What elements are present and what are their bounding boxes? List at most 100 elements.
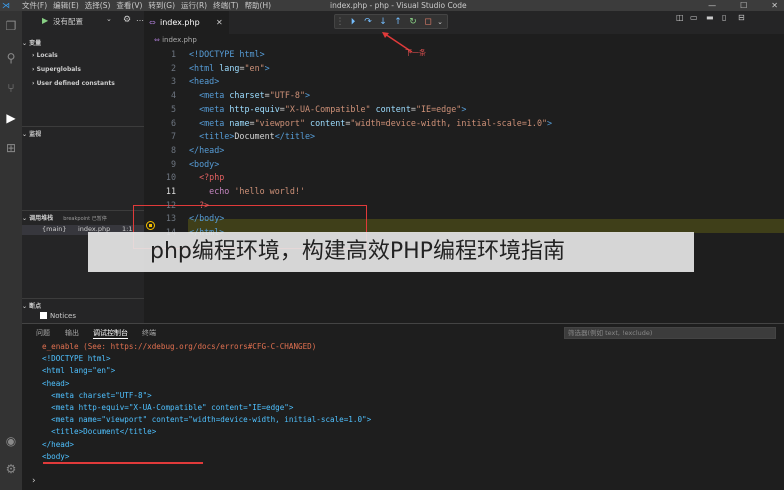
continue-icon[interactable]: ⏵ [348, 16, 358, 28]
console-line: <!DOCTYPE html> [42, 354, 111, 364]
explorer-icon[interactable]: ❐ [4, 19, 18, 33]
console-line: </head> [42, 439, 75, 449]
paused-badge: breakpoint 已暂停 [63, 216, 107, 222]
activity-bar: ❐ ⚲ ⑂ ▶ ⊞ ◉ ⚙ [0, 11, 22, 490]
variables-section-header[interactable]: ⌄ 变量 [22, 38, 144, 47]
run-debug-icon[interactable]: ▶ [4, 111, 18, 125]
line-number: 7 [170, 131, 176, 142]
minimize-button[interactable]: — [708, 0, 716, 11]
superglobals-label: Superglobals [36, 66, 81, 73]
step-over-icon[interactable]: ↷ [363, 16, 373, 28]
locals-item[interactable]: › Locals [32, 52, 58, 59]
tab-index-php[interactable]: ⇔ index.php ✕ [144, 11, 229, 34]
menu-item[interactable]: 终端(T) [213, 0, 238, 11]
debug-toolbar: ▶ 没有配置 ⌄ ⚙ … [22, 14, 144, 29]
close-tab-icon[interactable]: ✕ [216, 11, 223, 34]
code-editor[interactable]: 1 <!DOCTYPE html> 2 <html lang="en"> 3 <head>… [133, 47, 784, 323]
close-button[interactable]: ✕ [771, 0, 778, 11]
notices-checkbox[interactable] [40, 312, 47, 319]
stop-icon[interactable]: ◻ [423, 16, 433, 28]
account-icon[interactable]: ◉ [4, 434, 18, 448]
console-prompt-icon[interactable]: › [32, 476, 36, 486]
console-line: <meta http-equiv="X-UA-Compatible" conte… [42, 403, 294, 412]
code-line: <head> [189, 76, 220, 87]
code-line: </body> [189, 213, 225, 224]
line-number: 3 [170, 76, 176, 87]
source-control-icon[interactable]: ⑂ [4, 81, 18, 95]
breakpoint-arrow-icon[interactable] [146, 221, 155, 230]
customize-layout-icon[interactable]: ⊟ [738, 13, 748, 23]
drag-handle-icon[interactable]: ⋮ [335, 16, 345, 28]
tab-terminal[interactable]: 终端 [142, 328, 156, 338]
chevron-down-icon[interactable]: ⌄ [106, 15, 112, 23]
restart-icon[interactable]: ↻ [408, 16, 418, 28]
annotation-underline [43, 462, 203, 464]
line-number: 8 [170, 144, 176, 155]
code-line: <meta name="viewport" content="width=dev… [199, 117, 553, 128]
extensions-icon[interactable]: ⊞ [4, 141, 18, 155]
menu-item[interactable]: 选择(S) [85, 0, 111, 11]
breakpoints-title: 断点 [29, 303, 42, 310]
notices-label: Notices [50, 312, 77, 320]
line-number: 10 [165, 172, 176, 183]
editor-tabs: ⇔ index.php ✕ ⋮ ⏵ ↷ ↓ ↑ ↻ ◻ ⌄ ◫ ▭ ▬ ▯ ⊟ [144, 11, 784, 34]
breakpoints-section-header[interactable]: ⌄ 断点 [22, 298, 144, 310]
search-icon[interactable]: ⚲ [4, 51, 18, 65]
sidebar-toggle-icon[interactable]: ▯ [722, 13, 732, 23]
notices-breakpoint[interactable]: Notices [40, 312, 76, 320]
line-number: 11 [165, 186, 176, 196]
user-constants-item[interactable]: › User defined constants [32, 80, 115, 87]
locals-label: Locals [36, 52, 58, 59]
console-line: <meta name="viewport" content="width=dev… [42, 415, 372, 425]
vscode-logo-icon: ⋊ [2, 1, 10, 10]
panel-tabs: 问题 输出 调试控制台 终端 筛选器(例如 text, !exclude) [22, 324, 784, 339]
menu-item[interactable]: 运行(R) [181, 0, 207, 11]
code-line: <body> [189, 158, 220, 169]
code-line: <!DOCTYPE html> [189, 49, 265, 59]
debug-action-bar: ⋮ ⏵ ↷ ↓ ↑ ↻ ◻ ⌄ [334, 14, 448, 29]
tab-debug-console[interactable]: 调试控制台 [93, 328, 128, 339]
callstack-section-header[interactable]: ⌄ 调用堆栈 breakpoint 已暂停 [22, 210, 144, 222]
watch-section-header[interactable]: ⌄ 监视 [22, 126, 144, 138]
launch-config-label[interactable]: 没有配置 [53, 16, 83, 27]
menu-item[interactable]: 文件(F) [22, 0, 47, 11]
title-bar: ⋊ 文件(F) 编辑(E) 选择(S) 查看(V) 转到(G) 运行(R) 终端(T) 帮助(… [0, 0, 784, 11]
step-into-icon[interactable]: ↓ [378, 16, 388, 28]
tab-label: index.php [160, 18, 200, 27]
code-line: <html lang="en"> [189, 62, 270, 73]
line-number: 6 [170, 117, 176, 128]
console-line: <body> [42, 451, 70, 461]
console-line: <meta charset="UTF-8"> [42, 390, 152, 400]
menu-item[interactable]: 编辑(E) [53, 0, 79, 11]
tab-problems[interactable]: 问题 [36, 328, 50, 338]
console-line: <title>Document</title> [42, 427, 157, 437]
split-editor-icon[interactable]: ◫ [676, 13, 686, 23]
menu-item[interactable]: 查看(V) [116, 0, 142, 11]
menu-item[interactable]: 帮助(H) [245, 0, 272, 11]
tab-output[interactable]: 输出 [65, 328, 79, 338]
window-title: index.php - php - Visual Studio Code [330, 1, 467, 10]
settings-gear-icon[interactable]: ⚙ [4, 462, 18, 476]
debug-sidebar: ▶ 没有配置 ⌄ ⚙ … ⌄ 变量 › Locals › Superglobal… [22, 11, 144, 323]
console-filter-input[interactable]: 筛选器(例如 text, !exclude) [564, 327, 776, 339]
editor-area: ⇔ index.php ✕ ⋮ ⏵ ↷ ↓ ↑ ↻ ◻ ⌄ ◫ ▭ ▬ ▯ ⊟ … [133, 11, 784, 323]
more-icon[interactable]: … [136, 14, 144, 23]
code-line: <meta charset="UTF-8"> [199, 90, 311, 101]
step-out-icon[interactable]: ↑ [393, 16, 403, 28]
article-title-overlay: php编程环境，构建高效PHP编程环境指南 [88, 232, 694, 272]
gear-icon[interactable]: ⚙ [123, 15, 131, 25]
watch-title: 监视 [29, 131, 42, 138]
line-number: 2 [170, 62, 176, 73]
chevron-down-icon[interactable]: ⌄ [435, 16, 445, 28]
menu-item[interactable]: 转到(G) [148, 0, 175, 11]
line-number: 4 [170, 90, 176, 101]
layout-icon[interactable]: ▭ [690, 13, 700, 23]
breadcrumb[interactable]: ⇔ index.php [144, 34, 784, 47]
menu-bar: 文件(F) 编辑(E) 选择(S) 查看(V) 转到(G) 运行(R) 终端(T) 帮助(H) [22, 0, 271, 11]
maximize-button[interactable]: ☐ [740, 0, 747, 11]
panel-toggle-icon[interactable]: ▬ [706, 13, 716, 23]
start-debugging-icon[interactable]: ▶ [42, 16, 48, 25]
code-line: ?> [199, 199, 210, 210]
console-line: <head> [42, 378, 70, 388]
superglobals-item[interactable]: › Superglobals [32, 66, 81, 73]
